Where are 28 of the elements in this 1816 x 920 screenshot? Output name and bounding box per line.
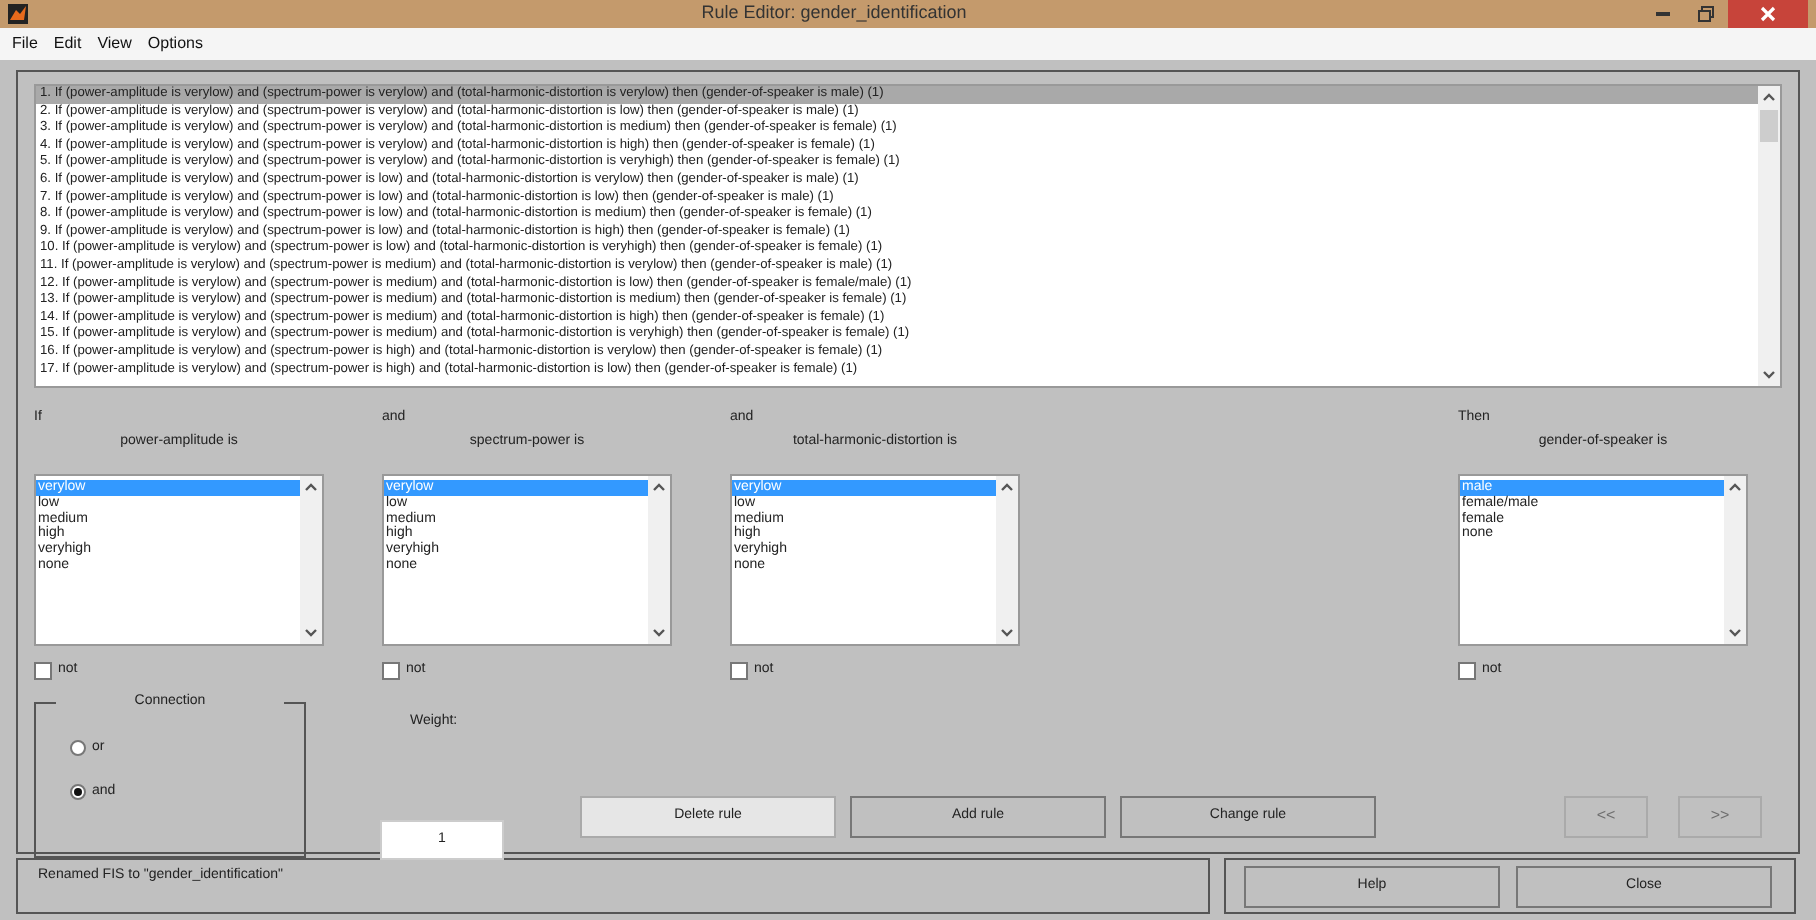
scroll-up-icon[interactable] <box>1762 92 1776 102</box>
not-checkbox[interactable] <box>1458 661 1476 680</box>
scroll-down-icon[interactable] <box>1000 628 1014 638</box>
menu-item[interactable]: File <box>6 32 44 56</box>
not-checkbox[interactable] <box>34 661 52 680</box>
scrollbar-thumb[interactable] <box>1760 110 1778 142</box>
close-button[interactable] <box>1728 0 1808 28</box>
scroll-down-icon[interactable] <box>1728 628 1742 638</box>
not-checkbox[interactable] <box>730 661 748 680</box>
restore-icon <box>1698 6 1714 22</box>
menu-item[interactable]: Edit <box>47 32 88 56</box>
close-icon <box>1760 6 1776 22</box>
radio-button[interactable] <box>70 739 86 756</box>
app-logo-icon <box>8 4 28 24</box>
scroll-up-icon[interactable] <box>304 482 318 492</box>
scroll-up-icon[interactable] <box>1000 482 1014 492</box>
minimize-icon <box>1655 12 1669 16</box>
rule-list[interactable] <box>34 84 1782 388</box>
menu-item[interactable]: Options <box>141 32 209 56</box>
radio-button[interactable] <box>70 784 86 801</box>
window-title: Rule Editor: gender_identification <box>699 0 969 27</box>
not-checkbox[interactable] <box>382 661 400 680</box>
scroll-down-icon[interactable] <box>1762 370 1776 380</box>
scroll-up-icon[interactable] <box>1728 482 1742 492</box>
scroll-down-icon[interactable] <box>652 628 666 638</box>
menu-item[interactable]: View <box>91 32 138 56</box>
scroll-down-icon[interactable] <box>304 628 318 638</box>
scroll-up-icon[interactable] <box>652 482 666 492</box>
